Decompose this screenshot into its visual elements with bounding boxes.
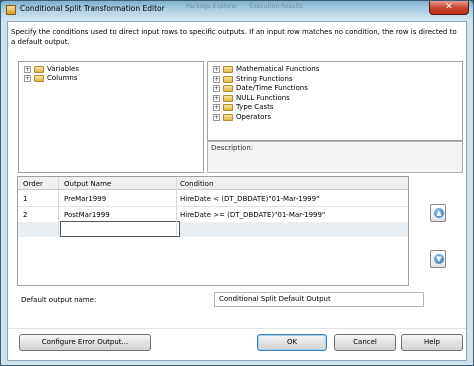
folder-icon [223,94,233,102]
functions-tree-panel[interactable]: + Mathematical Functions + String Functi… [207,61,463,141]
tree-item-mathematical-functions[interactable]: + Mathematical Functions [213,65,453,75]
description-panel: Description: [207,141,463,173]
folder-icon [223,113,233,121]
arrow-up-icon: ▲ [434,208,444,218]
folder-icon [34,66,44,73]
cell-output-name[interactable]: PostMar1999 [64,211,110,219]
expand-icon[interactable]: + [213,66,220,73]
configure-error-output-button[interactable]: Configure Error Output... [19,334,151,351]
table-row[interactable]: 1 PreMar1999 HireDate < (DT_DBDATE)"01-M… [18,191,408,207]
folder-icon [34,75,44,82]
default-output-field[interactable]: Conditional Split Default Output [214,292,424,307]
tree-item-operators[interactable]: + Operators [213,113,453,123]
folder-icon [223,85,233,92]
expand-icon[interactable]: + [213,113,220,121]
help-button[interactable]: Help [401,334,463,351]
close-button[interactable]: ✕ [429,1,469,15]
column-divider [176,177,177,235]
ok-button[interactable]: OK [257,334,327,351]
move-down-button[interactable]: ▼ [430,250,446,268]
tree-item-label: Columns [47,74,78,82]
tree-item-string-functions[interactable]: + String Functions [213,75,453,85]
tree-item-columns[interactable]: + Columns [24,74,194,84]
background-tabs: Package Explorer Execution Results [186,3,313,10]
folder-icon [223,66,233,73]
expand-icon[interactable]: + [24,66,31,73]
grid-header: Order Output Name Condition [18,177,408,190]
column-header-order[interactable]: Order [23,180,43,188]
description-label: Description: [211,144,254,152]
tree-item-label: Mathematical Functions [236,65,320,73]
expand-icon[interactable]: + [213,85,220,92]
folder-icon [223,75,233,83]
cell-order: 2 [23,211,28,219]
tree-item-label: NULL Functions [236,93,290,102]
tree-item-label: Type Casts [236,103,274,111]
app-icon [6,5,16,15]
conditions-grid[interactable]: Order Output Name Condition 1 PreMar1999… [17,176,409,286]
divider [8,328,466,329]
new-output-name-cell[interactable] [60,221,180,237]
ghost-tab: Execution Results [249,3,303,10]
tree-item-label: String Functions [236,74,293,83]
tree-item-type-casts[interactable]: + Type Casts [213,103,453,113]
tree-item-label: Variables [47,65,79,73]
dialog-window: Conditional Split Transformation Editor … [0,0,474,366]
cell-condition[interactable]: HireDate >= (DT_DBDATE)"01-Mar-1999" [180,211,325,219]
expand-icon[interactable]: + [213,75,220,83]
arrow-down-icon: ▼ [434,254,444,264]
cell-output-name[interactable]: PreMar1999 [64,195,106,203]
cell-condition[interactable]: HireDate < (DT_DBDATE)"01-Mar-1999" [180,195,319,203]
cell-order: 1 [23,195,28,203]
expand-icon[interactable]: + [213,94,220,102]
folder-icon [223,104,233,111]
tree-item-null-functions[interactable]: + NULL Functions [213,94,453,104]
instructions-text: Specify the conditions used to direct in… [11,28,457,46]
cancel-button[interactable]: Cancel [334,334,396,351]
default-output-label: Default output name: [21,296,97,304]
ghost-tab: Package Explorer [186,3,238,10]
tree-item-label: Date/Time Functions [236,84,308,92]
title-bar[interactable]: Conditional Split Transformation Editor … [1,1,473,19]
tree-item-date-time-functions[interactable]: + Date/Time Functions [213,84,453,94]
tree-item-label: Operators [236,112,271,121]
column-header-condition[interactable]: Condition [180,180,213,188]
column-header-output-name[interactable]: Output Name [64,180,111,188]
expand-icon[interactable]: + [213,104,220,111]
window-title: Conditional Split Transformation Editor [20,4,165,13]
column-divider [58,177,59,235]
input-tree-panel[interactable]: + Variables + Columns [18,61,204,173]
move-up-button[interactable]: ▲ [430,204,446,222]
expand-icon[interactable]: + [24,75,31,82]
